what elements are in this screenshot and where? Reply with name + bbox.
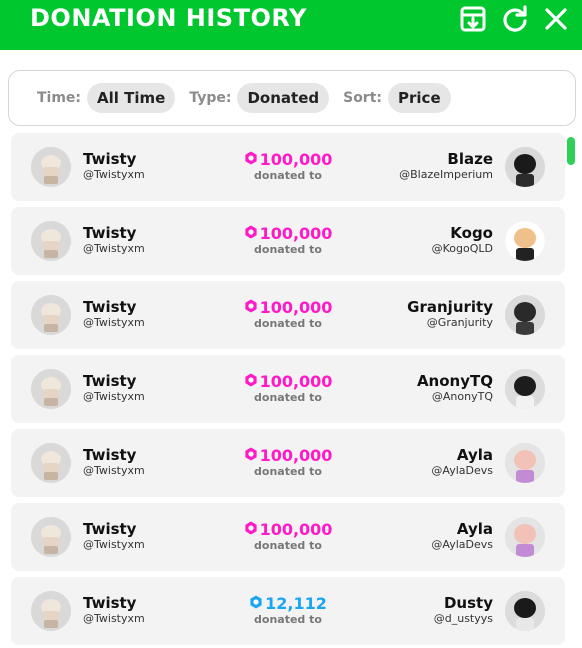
receiver-handle: @AylaDevs bbox=[431, 464, 493, 477]
donor-avatar[interactable] bbox=[31, 369, 71, 409]
close-button[interactable] bbox=[541, 4, 571, 34]
donor-avatar[interactable] bbox=[31, 295, 71, 335]
receiver-handle: @d_ustyys bbox=[433, 612, 493, 625]
robux-icon bbox=[244, 151, 258, 169]
receiver-name: Dusty bbox=[443, 594, 493, 612]
receiver-avatar[interactable] bbox=[505, 221, 545, 261]
robux-icon bbox=[244, 299, 258, 317]
refresh-button[interactable] bbox=[500, 4, 530, 34]
refresh-icon bbox=[503, 5, 527, 32]
receiver-handle: @Granjurity bbox=[426, 316, 493, 329]
robux-icon bbox=[249, 595, 263, 613]
sort-filter-label: Sort: bbox=[343, 90, 383, 106]
donation-row[interactable]: Twisty @Twistyxm 100,000 donated to Ayla @Ayl… bbox=[11, 503, 565, 571]
donation-row[interactable]: Twisty @Twistyxm 100,000 donated to Kogo @Kog… bbox=[11, 207, 565, 275]
receiver-name: Granjurity bbox=[407, 298, 493, 316]
donor-avatar[interactable] bbox=[31, 443, 71, 483]
receiver-info[interactable]: Ayla @AylaDevs bbox=[293, 520, 493, 552]
robux-icon bbox=[244, 521, 258, 539]
donation-row[interactable]: Twisty @Twistyxm 100,000 donated to Blaze @Bl… bbox=[11, 133, 565, 201]
receiver-handle: @BlazeImperium bbox=[399, 168, 493, 181]
donor-avatar[interactable] bbox=[31, 221, 71, 261]
filter-bar: Time: All Time Type: Donated Sort: Price bbox=[8, 70, 576, 126]
receiver-avatar[interactable] bbox=[505, 517, 545, 557]
close-icon bbox=[545, 8, 567, 30]
receiver-name: AnonyTQ bbox=[416, 372, 493, 390]
receiver-handle: @AnonyTQ bbox=[431, 390, 493, 403]
receiver-avatar[interactable] bbox=[505, 295, 545, 335]
donor-avatar[interactable] bbox=[31, 591, 71, 631]
receiver-handle: @KogoQLD bbox=[431, 242, 493, 255]
sort-filter-dropdown[interactable]: Price bbox=[388, 83, 451, 113]
receiver-info[interactable]: Ayla @AylaDevs bbox=[293, 446, 493, 478]
export-icon bbox=[460, 6, 486, 32]
receiver-info[interactable]: Kogo @KogoQLD bbox=[293, 224, 493, 256]
time-filter-label: Time: bbox=[37, 90, 82, 106]
page-title: DONATION HISTORY bbox=[30, 4, 307, 32]
robux-icon bbox=[244, 225, 258, 243]
scrollbar-thumb[interactable] bbox=[567, 137, 575, 165]
receiver-name: Kogo bbox=[450, 224, 493, 242]
receiver-avatar[interactable] bbox=[505, 443, 545, 483]
robux-icon bbox=[244, 373, 258, 391]
donation-row[interactable]: Twisty @Twistyxm 100,000 donated to Granjuri… bbox=[11, 281, 565, 349]
receiver-name: Ayla bbox=[456, 446, 493, 464]
receiver-info[interactable]: AnonyTQ @AnonyTQ bbox=[293, 372, 493, 404]
time-filter-dropdown[interactable]: All Time bbox=[87, 83, 176, 113]
receiver-name: Blaze bbox=[447, 150, 493, 168]
receiver-avatar[interactable] bbox=[505, 591, 545, 631]
donation-row[interactable]: Twisty @Twistyxm 100,000 donated to Ayla @Ayl… bbox=[11, 429, 565, 497]
type-filter-label: Type: bbox=[189, 90, 232, 106]
donation-row[interactable]: Twisty @Twistyxm 100,000 donated to AnonyTQ @… bbox=[11, 355, 565, 423]
receiver-avatar[interactable] bbox=[505, 369, 545, 409]
type-filter-dropdown[interactable]: Donated bbox=[237, 83, 330, 113]
donor-avatar[interactable] bbox=[31, 517, 71, 557]
donation-row[interactable]: Twisty @Twistyxm 12,112 donated to Dusty @d_u… bbox=[11, 577, 565, 645]
robux-icon bbox=[244, 447, 258, 465]
header-bar: DONATION HISTORY bbox=[0, 0, 582, 50]
receiver-avatar[interactable] bbox=[505, 147, 545, 187]
export-button[interactable] bbox=[458, 4, 488, 34]
receiver-name: Ayla bbox=[456, 520, 493, 538]
receiver-info[interactable]: Blaze @BlazeImperium bbox=[293, 150, 493, 182]
receiver-info[interactable]: Granjurity @Granjurity bbox=[293, 298, 493, 330]
receiver-info[interactable]: Dusty @d_ustyys bbox=[293, 594, 493, 626]
donor-avatar[interactable] bbox=[31, 147, 71, 187]
receiver-handle: @AylaDevs bbox=[431, 538, 493, 551]
